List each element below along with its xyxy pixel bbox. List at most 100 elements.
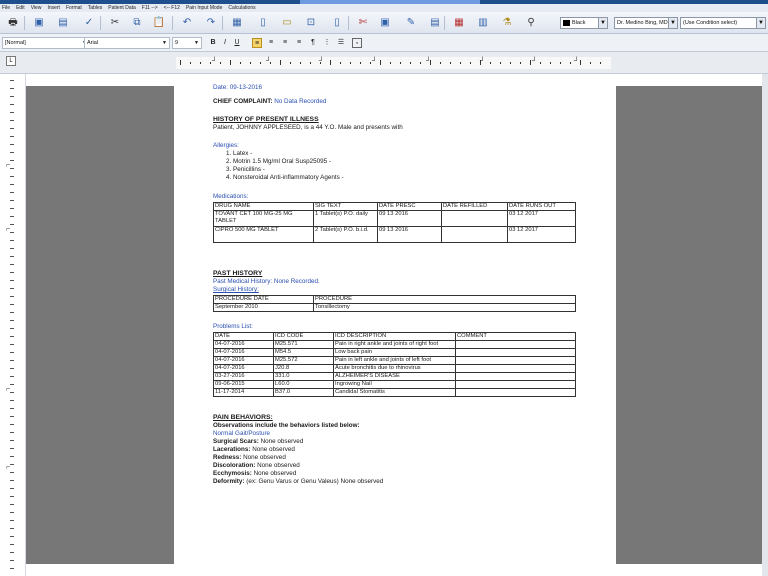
print-preview-icon: ▤ (58, 17, 68, 28)
template-select[interactable]: (Use Condition select) ▼ (680, 17, 766, 29)
menu-item[interactable]: Insert (47, 4, 60, 12)
ruler-tick (10, 320, 14, 321)
observation-label: Ecchymosis: (213, 470, 252, 477)
allergy-list: 1. Latex -2. Motrin 1.5 Mg/ml Oral Susp2… (226, 150, 575, 182)
new-document-button[interactable]: ▯ (256, 16, 270, 30)
document-button[interactable]: ▯ (330, 16, 344, 30)
allergy-item: 1. Latex - (226, 150, 253, 157)
tab-stop-marker[interactable]: ┘ (266, 57, 271, 67)
style-select[interactable]: [Normal]▼ (2, 37, 90, 49)
paragraph-button[interactable]: ¶ (308, 38, 318, 48)
margin-marker[interactable]: ⌐ (6, 464, 10, 471)
menu-item[interactable]: Tables (88, 4, 102, 12)
template-button[interactable]: ▤ (428, 16, 442, 30)
ruler-tick (330, 60, 331, 65)
menu-item[interactable]: Calculations (228, 4, 255, 12)
menu-item[interactable]: File (2, 4, 10, 12)
table-cell: 04-07-2016 (213, 340, 274, 349)
menu-item[interactable]: View (31, 4, 42, 12)
column-header: ICD DESCRIPTION (333, 332, 456, 341)
pen-button[interactable]: ✎ (404, 16, 418, 30)
medications-label: Medications: (213, 193, 249, 200)
undo-button[interactable]: ↶ (180, 16, 194, 30)
bullet-list-button[interactable]: ☰ (336, 38, 346, 48)
align-left-button[interactable]: ≡ (252, 38, 262, 48)
numbered-list-button[interactable]: ⋮ (322, 38, 332, 48)
picture-button[interactable]: ▣ (378, 16, 392, 30)
align-right-button[interactable]: ≡ (280, 38, 290, 48)
column-header: PROCEDURE DATE (213, 295, 314, 304)
underline-button[interactable]: U (232, 38, 242, 48)
tab-stop-marker[interactable]: ┘ (480, 57, 485, 67)
table-cell: 09 13 2016 (377, 226, 442, 243)
margin-marker[interactable]: ⌐ (6, 386, 10, 393)
observation-value: None observed (252, 446, 295, 453)
doctor-select[interactable]: Dr. Medino Bing, MD ▼ (614, 17, 678, 29)
indent-button[interactable]: ▫ (352, 38, 362, 48)
copy-button[interactable]: ⧉ (130, 16, 144, 30)
tab-stop-marker[interactable]: ┘ (372, 57, 377, 67)
tab-stop-selector[interactable]: L (6, 56, 16, 66)
calendar-button[interactable]: ▦ (452, 16, 466, 30)
color-select[interactable]: Black ▼ (560, 17, 608, 29)
document-page[interactable]: Date: 09-13-2016 CHIEF COMPLAINT: No Dat… (174, 80, 616, 564)
align-center-button[interactable]: ≡ (266, 38, 276, 48)
insert-page-button[interactable]: ⊡ (304, 16, 318, 30)
ruler-tick (470, 62, 471, 64)
ruler-tick (10, 216, 14, 217)
menu-item[interactable]: <-- F12 (164, 4, 180, 12)
vertical-ruler: ⌐ ⌐ ⌐ ⌐ (0, 74, 26, 576)
paste-button[interactable]: 📋 (152, 16, 166, 30)
menu-item[interactable]: Patient Data (108, 4, 136, 12)
format-toolbar: [Normal]▼ Arial▼ 9▼ B I U ≡ ≡ ≡ ≡ ¶ ⋮ ☰ … (0, 34, 768, 52)
open-document-button[interactable]: ▭ (280, 16, 294, 30)
menu-item[interactable]: Edit (16, 4, 25, 12)
format-painter-button[interactable]: ▦ (230, 16, 244, 30)
ruler-tick (10, 552, 14, 553)
bold-button[interactable]: B (208, 38, 218, 48)
problems-label: Problems List: (213, 323, 253, 330)
menu-item[interactable]: Format (66, 4, 82, 12)
lab-button[interactable]: ⚗ (500, 16, 514, 30)
tab-stop-marker[interactable]: ┘ (212, 57, 217, 67)
table-cell: 331.0 (273, 372, 334, 381)
ruler-tick (10, 168, 14, 169)
ruler-tick (590, 62, 591, 64)
font-size-select[interactable]: 9 ▼ (172, 37, 202, 49)
tab-stop-marker[interactable]: ┘ (574, 57, 579, 67)
italic-button[interactable]: I (220, 38, 230, 48)
save-button[interactable]: ▣ (32, 16, 46, 30)
table-cell: 11-17-2014 (213, 388, 274, 397)
spell-check-button[interactable]: ✓ (82, 16, 96, 30)
filter-button[interactable]: ⚲ (524, 16, 538, 30)
ruler-tick (450, 62, 451, 64)
vertical-scrollbar[interactable] (762, 74, 768, 576)
font-select[interactable]: Arial ▼ (84, 37, 170, 49)
open-document-icon: ▭ (282, 17, 292, 28)
ruler-tick (540, 62, 541, 64)
table-cell: L60.0 (273, 380, 334, 389)
ruler-tick (10, 368, 14, 369)
table-row: 04-07-2016 M25.572 Pain in left ankle and … (213, 356, 576, 365)
justify-button[interactable]: ≡ (294, 38, 304, 48)
ruler-tick (10, 544, 14, 545)
print-preview-button[interactable]: ▤ (56, 16, 70, 30)
margin-marker[interactable]: ⌐ (6, 162, 10, 169)
horizontal-ruler[interactable]: ┘ ┘ ┘ ┘ ┘ ┘ ┘ ┘ (176, 57, 611, 69)
tab-stop-marker[interactable]: ┘ (532, 57, 537, 67)
table-cell: M25.571 (273, 340, 334, 349)
page-margin-left (26, 86, 174, 564)
scissors-button[interactable]: ✄ (356, 16, 370, 30)
tab-stop-marker[interactable]: ┘ (319, 57, 324, 67)
page-layout-button[interactable]: ▥ (476, 16, 490, 30)
ruler-tick (230, 60, 231, 65)
print-button[interactable]: 🖶 (6, 16, 20, 30)
cut-button[interactable]: ✂ (108, 16, 122, 30)
table-row: 04-07-2016 J20.8 Acute bronchitis due to r… (213, 364, 576, 373)
indent-icon: ▫ (355, 40, 359, 47)
redo-button[interactable]: ↷ (204, 16, 218, 30)
menu-item[interactable]: Pain Input Mode (186, 4, 222, 12)
tab-stop-marker[interactable]: ┘ (426, 57, 431, 67)
margin-marker[interactable]: ⌐ (6, 226, 10, 233)
menu-item[interactable]: F11 --> (142, 4, 158, 12)
